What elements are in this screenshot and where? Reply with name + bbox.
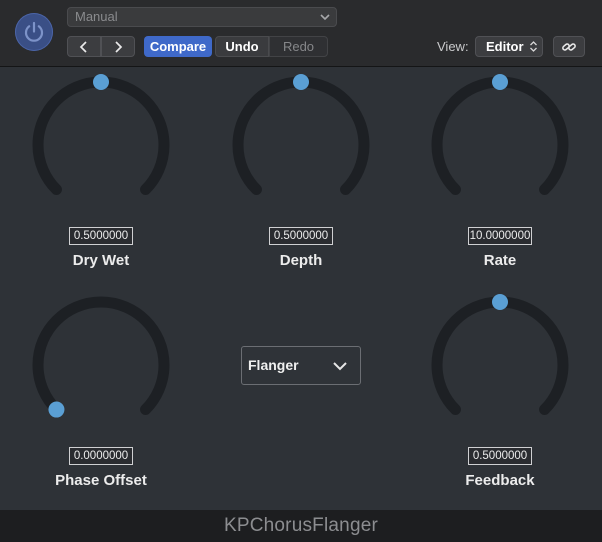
chevron-left-icon xyxy=(79,40,87,53)
previous-preset-button[interactable] xyxy=(67,36,101,57)
phase-offset-knob[interactable] xyxy=(26,290,176,440)
plugin-name: KPChorusFlanger xyxy=(223,515,379,536)
link-icon xyxy=(562,42,576,51)
power-button[interactable] xyxy=(15,13,53,51)
rate-knob-track xyxy=(431,76,569,196)
depth-knob[interactable] xyxy=(226,70,376,220)
depth-value[interactable]: 0.5000000 xyxy=(269,227,333,245)
next-preset-button[interactable] xyxy=(101,36,135,57)
dry-wet-knob[interactable] xyxy=(26,70,176,220)
phase-offset-label: Phase Offset xyxy=(55,472,147,489)
updown-chevron-icon xyxy=(530,41,537,52)
rate-knob-handle[interactable] xyxy=(492,74,508,90)
power-icon xyxy=(24,21,44,42)
phase-offset-value[interactable]: 0.0000000 xyxy=(69,447,133,465)
depth-knob-handle[interactable] xyxy=(293,74,309,90)
chevron-down-icon xyxy=(320,14,330,21)
feedback-knob-track xyxy=(431,296,569,416)
dry-wet-value[interactable]: 0.5000000 xyxy=(69,227,133,245)
plugin-footer: KPChorusFlanger xyxy=(0,510,602,542)
feedback-label: Feedback xyxy=(465,472,535,489)
plugin-header: Manual Compare Undo Redo View: Editor xyxy=(0,0,602,67)
dry-wet-knob-handle[interactable] xyxy=(93,74,109,90)
rate-label: Rate xyxy=(483,252,517,269)
view-value: Editor xyxy=(486,39,524,54)
redo-button[interactable]: Redo xyxy=(269,36,328,57)
plugin-panel: 0.5000000 Dry Wet 0.5000000 Depth 10.000… xyxy=(0,67,602,510)
view-select[interactable]: Editor xyxy=(475,36,543,57)
preset-value: Manual xyxy=(75,9,118,24)
chevron-right-icon xyxy=(115,40,123,53)
mode-select[interactable]: Flanger xyxy=(241,346,361,385)
dry-wet-knob-graphic xyxy=(32,74,170,196)
view-label: View: xyxy=(437,39,469,54)
link-button[interactable] xyxy=(553,36,585,57)
undo-button[interactable]: Undo xyxy=(215,36,269,57)
feedback-knob[interactable] xyxy=(425,290,575,440)
phase-offset-knob-handle[interactable] xyxy=(48,401,65,418)
chevron-down-icon xyxy=(333,362,347,371)
feedback-knob-graphic xyxy=(431,294,569,416)
rate-knob-graphic xyxy=(431,74,569,196)
dry-wet-label: Dry Wet xyxy=(72,252,130,269)
dry-wet-knob-track xyxy=(32,76,170,196)
phase-offset-knob-track xyxy=(32,296,170,416)
depth-knob-track xyxy=(232,76,370,196)
mode-value: Flanger xyxy=(248,357,299,373)
phase-offset-knob-graphic xyxy=(32,296,170,418)
feedback-value[interactable]: 0.5000000 xyxy=(468,447,532,465)
compare-button[interactable]: Compare xyxy=(144,36,212,57)
preset-select[interactable]: Manual xyxy=(67,7,337,27)
rate-knob[interactable] xyxy=(425,70,575,220)
feedback-knob-handle[interactable] xyxy=(492,294,508,310)
depth-label: Depth xyxy=(279,252,323,269)
rate-value[interactable]: 10.0000000 xyxy=(468,227,532,245)
depth-knob-graphic xyxy=(232,74,370,196)
